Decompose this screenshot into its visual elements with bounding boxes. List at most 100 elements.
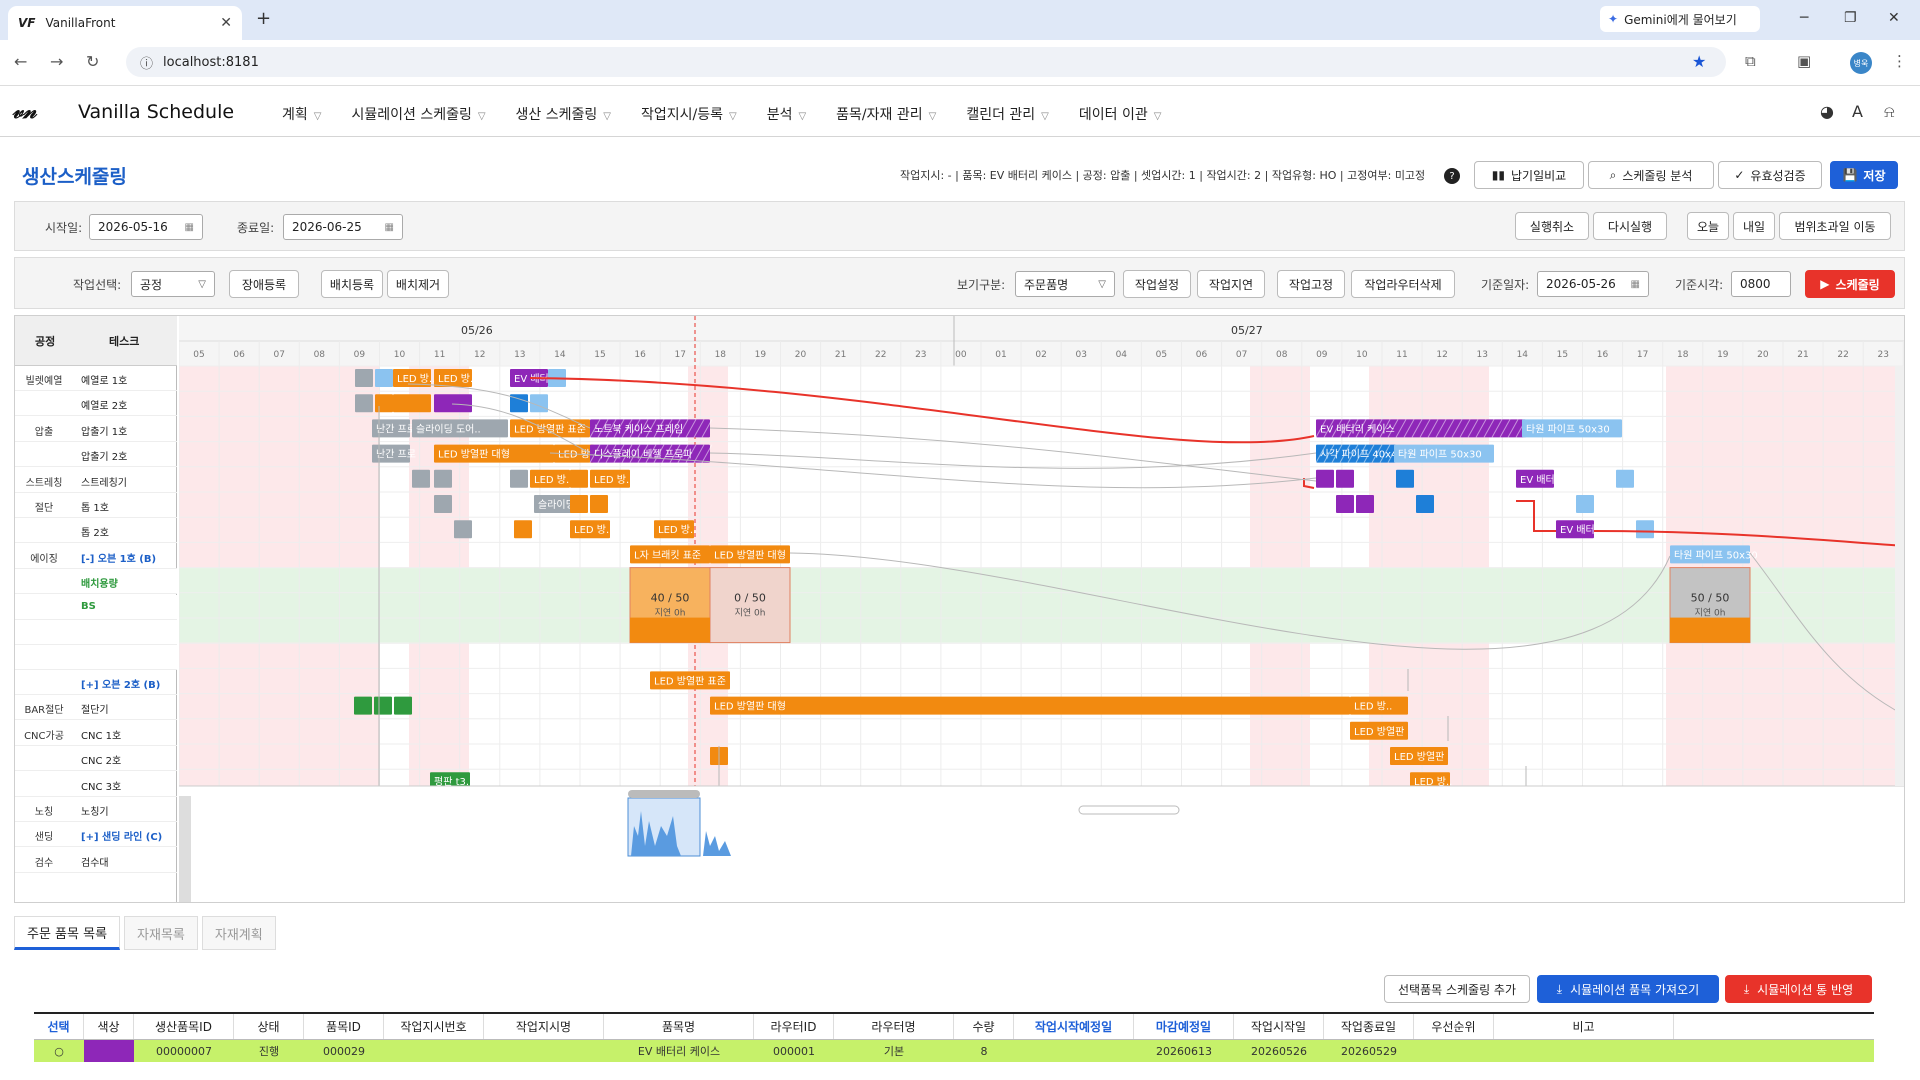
profile-avatar[interactable]: 병욱 bbox=[1850, 52, 1872, 74]
gantt-row-16[interactable]: CNC 3호 bbox=[15, 772, 177, 797]
gantt-row-2[interactable]: 압출 압출기 1호 bbox=[15, 417, 177, 442]
gantt-vertical-scrollbar[interactable] bbox=[1895, 366, 1904, 786]
column-header[interactable]: 우선순위 bbox=[1414, 1014, 1494, 1039]
work-select-dropdown[interactable]: 공정 ▽ bbox=[131, 271, 215, 297]
column-header[interactable]: 품목명 bbox=[604, 1014, 754, 1039]
gantt-row-5[interactable]: 절단 톱 1호 bbox=[15, 493, 177, 518]
view-select-dropdown[interactable]: 주문품명 ▽ bbox=[1015, 271, 1115, 297]
due-compare-button[interactable]: ▮▮ 납기일비교 bbox=[1474, 161, 1584, 189]
menu-item-simulation[interactable]: 시뮬레이션 스케줄링 ▽ bbox=[351, 104, 485, 124]
menu-item-plan[interactable]: 계획 ▽ bbox=[282, 104, 321, 124]
minimize-icon[interactable]: ─ bbox=[1800, 10, 1808, 26]
gantt-row-9[interactable]: BS bbox=[15, 594, 177, 620]
help-icon[interactable]: ? bbox=[1444, 168, 1460, 184]
column-header[interactable]: 상태 bbox=[234, 1014, 304, 1039]
new-tab-icon[interactable]: + bbox=[256, 8, 271, 29]
start-date-input[interactable]: 2026-05-16 ▦ bbox=[89, 214, 203, 240]
gemini-button[interactable]: ✦ Gemini에게 물어보기 bbox=[1600, 6, 1760, 32]
notification-icon[interactable]: ⍾ bbox=[1884, 102, 1895, 122]
column-header[interactable]: 선택 bbox=[34, 1014, 84, 1039]
undo-button[interactable]: 실행취소 bbox=[1515, 212, 1589, 240]
menu-item-analysis[interactable]: 분석 ▽ bbox=[767, 104, 806, 124]
menu-item-workorder[interactable]: 작업지시/등록 ▽ bbox=[641, 104, 737, 124]
back-icon[interactable]: ← bbox=[14, 52, 27, 71]
gantt-row-19[interactable]: 검수 검수대 bbox=[15, 848, 177, 873]
gantt-row-7[interactable]: 에이징 [-] 오븐 1호 (B) bbox=[15, 544, 177, 569]
gantt-row-10[interactable] bbox=[15, 620, 177, 645]
fault-register-button[interactable]: 장애등록 bbox=[229, 270, 299, 298]
gantt-row-11[interactable] bbox=[15, 645, 177, 670]
gantt-row-3[interactable]: 압출기 2호 bbox=[15, 442, 177, 468]
column-header[interactable]: 작업종료일 bbox=[1324, 1014, 1414, 1039]
media-icon[interactable]: ▣ bbox=[1797, 52, 1811, 70]
close-window-icon[interactable]: ✕ bbox=[1888, 10, 1900, 26]
column-header[interactable]: 작업시작일 bbox=[1234, 1014, 1324, 1039]
add-selected-schedule-button[interactable]: 선택품목 스케줄링 추가 bbox=[1384, 975, 1530, 1003]
schedule-analysis-button[interactable]: ⌕ 스케줄링 분석 bbox=[1588, 161, 1714, 189]
apply-simulation-button[interactable]: ⤓ 시뮬레이션 통 반영 bbox=[1725, 975, 1872, 1003]
gantt-row-1[interactable]: 예열로 2호 bbox=[15, 391, 177, 417]
forward-icon[interactable]: → bbox=[50, 52, 63, 71]
tab-materials[interactable]: 자재목록 bbox=[124, 916, 198, 950]
menu-item-items[interactable]: 품목/자재 관리 ▽ bbox=[836, 104, 936, 124]
schedule-button[interactable]: ▶ 스케줄링 bbox=[1805, 270, 1895, 298]
column-header[interactable]: 라우터명 bbox=[834, 1014, 954, 1039]
reload-icon[interactable]: ↻ bbox=[86, 52, 99, 71]
work-fix-button[interactable]: 작업고정 bbox=[1277, 270, 1345, 298]
menu-kebab-icon[interactable]: ⋮ bbox=[1892, 52, 1907, 70]
save-button[interactable]: 💾 저장 bbox=[1830, 161, 1898, 189]
gantt-row-8[interactable]: 배치용량 bbox=[15, 569, 177, 595]
row-select-radio[interactable]: ○ bbox=[34, 1040, 84, 1062]
close-tab-icon[interactable]: ✕ bbox=[220, 15, 232, 31]
base-time-input[interactable]: 0800 bbox=[1731, 271, 1791, 297]
redo-button[interactable]: 다시실행 bbox=[1593, 212, 1667, 240]
column-header[interactable]: 생산품목ID bbox=[134, 1014, 234, 1039]
column-header[interactable]: 작업시작예정일 bbox=[1014, 1014, 1134, 1039]
gantt-canvas[interactable]: 05/26 05/27 05 06 07 08 09 10 11 12 13 14 15 16 17 18 19… bbox=[179, 316, 1905, 903]
browser-tab[interactable]: VF VanillaFront ✕ bbox=[8, 6, 242, 40]
gantt-row-17[interactable]: 노칭 노칭기 bbox=[15, 797, 177, 822]
gantt-row-14[interactable]: CNC가공 CNC 1호 bbox=[15, 721, 177, 746]
column-header[interactable]: 수량 bbox=[954, 1014, 1014, 1039]
column-header[interactable]: 색상 bbox=[84, 1014, 134, 1039]
column-header[interactable]: 마감예정일 bbox=[1134, 1014, 1234, 1039]
gantt-row-4[interactable]: 스트레칭 스트레칭기 bbox=[15, 468, 177, 493]
app-logo-icon[interactable]: 𝓋𝓃 bbox=[12, 99, 36, 124]
import-simulation-button[interactable]: ⤓ 시뮬레이션 품목 가져오기 bbox=[1537, 975, 1719, 1003]
gantt-row-15[interactable]: CNC 2호 bbox=[15, 746, 177, 772]
column-header[interactable]: 라우터ID bbox=[754, 1014, 834, 1039]
work-setting-button[interactable]: 작업설정 bbox=[1123, 270, 1191, 298]
range-move-button[interactable]: 범위초과일 이동 bbox=[1779, 212, 1891, 240]
column-header[interactable]: 비고 bbox=[1494, 1014, 1674, 1039]
validate-button[interactable]: ✓ 유효성검증 bbox=[1718, 161, 1822, 189]
column-header[interactable]: 작업지시명 bbox=[484, 1014, 604, 1039]
table-row[interactable]: ○ 00000007 진행 000029 EV 배터리 케이스 000001 기… bbox=[34, 1040, 1874, 1062]
gantt-row-13[interactable]: BAR절단 절단기 bbox=[15, 695, 177, 721]
restore-icon[interactable]: ❐ bbox=[1844, 10, 1857, 26]
column-header[interactable]: 품목ID bbox=[304, 1014, 384, 1039]
tab-order-items[interactable]: 주문 품목 목록 bbox=[14, 916, 121, 950]
base-date-input[interactable]: 2026-05-26 ▦ bbox=[1537, 271, 1649, 297]
palette-icon[interactable]: ◕ bbox=[1820, 102, 1834, 121]
end-date-input[interactable]: 2026-06-25 ▦ bbox=[283, 214, 403, 240]
router-delete-button[interactable]: 작업라우터삭제 bbox=[1351, 270, 1455, 298]
batch-remove-button[interactable]: 배치제거 bbox=[387, 270, 449, 298]
menu-item-calendar[interactable]: 캘린더 관리 ▽ bbox=[966, 104, 1049, 124]
batch-register-button[interactable]: 배치등록 bbox=[321, 270, 383, 298]
menu-item-production[interactable]: 생산 스케줄링 ▽ bbox=[516, 104, 611, 124]
gantt-row-6[interactable]: 톱 2호 bbox=[15, 518, 177, 544]
bookmark-star-icon[interactable]: ★ bbox=[1692, 52, 1706, 71]
column-header[interactable]: 작업지시번호 bbox=[384, 1014, 484, 1039]
tomorrow-button[interactable]: 내일 bbox=[1733, 212, 1775, 240]
extensions-icon[interactable]: ⧉ bbox=[1745, 52, 1756, 70]
gantt-row-12[interactable]: [+] 오븐 2호 (B) bbox=[15, 670, 177, 695]
menu-item-migration[interactable]: 데이터 이관 ▽ bbox=[1079, 104, 1162, 124]
work-delay-button[interactable]: 작업지연 bbox=[1197, 270, 1265, 298]
gantt-row-0[interactable]: 빌렛예열 예열로 1호 bbox=[15, 366, 177, 391]
site-info-icon[interactable]: ⓘ bbox=[140, 53, 153, 72]
url-input[interactable]: ⓘ localhost:8181 bbox=[126, 47, 1726, 77]
tab-material-plan[interactable]: 자재계획 bbox=[201, 916, 276, 950]
today-button[interactable]: 오늘 bbox=[1687, 212, 1729, 240]
gantt-row-18[interactable]: 샌딩 [+] 샌딩 라인 (C) bbox=[15, 822, 177, 848]
font-icon[interactable]: A bbox=[1852, 102, 1863, 121]
